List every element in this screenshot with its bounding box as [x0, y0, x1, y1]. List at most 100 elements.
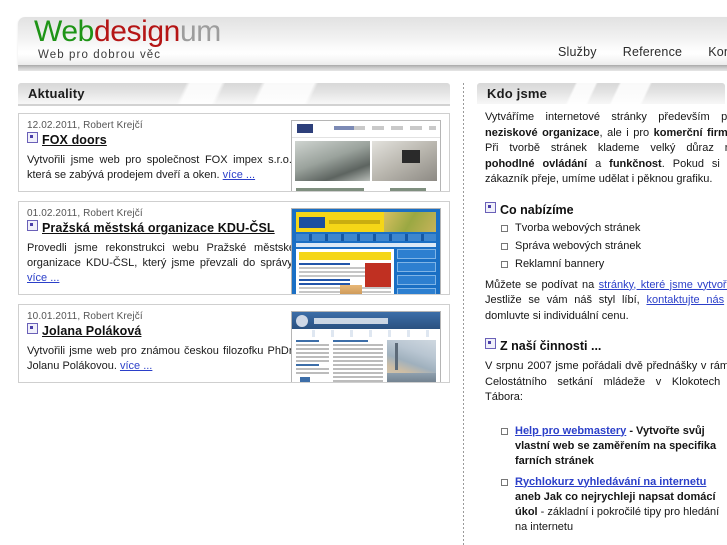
article-title-link[interactable]: Jolana Poláková — [42, 324, 141, 338]
thumb-header — [292, 121, 440, 138]
section-heading-label: Kdo jsme — [487, 86, 548, 101]
list-item: Reklamní bannery — [501, 257, 725, 272]
thumb-line — [296, 188, 365, 191]
subheading-label: Co nabízíme — [500, 202, 574, 217]
section-heading-rule — [18, 104, 450, 106]
about-paragraph: Vytváříme internetové stránky především … — [485, 110, 727, 188]
article-title-row: Pražská městská organizace KDU-ČSL — [27, 220, 295, 238]
thumb-center-col — [333, 340, 383, 382]
thumb-logo — [299, 216, 325, 228]
article-more-link[interactable]: více ... — [223, 169, 255, 181]
thumb-button — [397, 288, 436, 294]
bullet-square-icon — [27, 132, 38, 143]
article-meta: 01.02.2011, Robert Krejčí — [27, 208, 143, 219]
thumb-line — [333, 364, 383, 366]
thumb-line — [296, 360, 329, 362]
thumb-banner — [295, 141, 437, 181]
thumb-main-col — [296, 188, 384, 191]
list-item: Rychlokurz vyhledávání na internetu aneb… — [501, 475, 725, 535]
thumb-title-bar — [314, 317, 388, 324]
thumb-poster — [365, 263, 392, 287]
thumb-side-col — [397, 249, 436, 294]
page-content: Webdesignum Web pro dobrou věc Služby Ref… — [0, 0, 727, 545]
article-text: Vytvořili jsme web pro společnost FOX im… — [27, 153, 295, 183]
article-text-body: Vytvořili jsme web pro známou českou fil… — [27, 345, 295, 372]
about-text-1: Vytváříme internetové stránky především … — [485, 111, 727, 123]
thumb-portrait — [340, 285, 363, 294]
section-heading-label: Aktuality — [28, 86, 85, 101]
subheading-co-nabizime: Co nabízíme — [485, 201, 725, 217]
thumb-line — [389, 188, 426, 191]
thumb-line — [296, 368, 329, 370]
thumb-nav — [296, 330, 436, 337]
site-logo[interactable]: Webdesignum — [34, 17, 221, 49]
subheading-z-nasi-cinnosti: Z naší činnosti ... — [485, 338, 725, 353]
article-text: Vytvořili jsme web pro známou českou fil… — [27, 344, 295, 374]
link-contact[interactable]: kontaktujte nás — [646, 294, 724, 306]
thumb-photo — [384, 212, 436, 232]
thumb-body — [292, 337, 440, 382]
article-title-link[interactable]: Pražská městská organizace KDU-ČSL — [42, 221, 275, 235]
thumb-columns — [292, 184, 440, 191]
thumb-header — [292, 312, 440, 329]
article-thumbnail-polakova[interactable] — [291, 311, 441, 382]
thumb-button — [397, 249, 436, 259]
thumb-line — [296, 372, 329, 374]
article-thumbnail-kducsl[interactable] — [291, 208, 441, 294]
thumb-line — [299, 263, 350, 265]
content-columns: Aktuality 12.02.2011, Robert Krejčí FOX … — [0, 83, 727, 545]
thumb-line — [333, 360, 383, 362]
article-author: Robert Krejčí — [83, 311, 143, 322]
thumb-line — [296, 352, 329, 354]
article-date: 01.02.2011 — [27, 208, 78, 219]
offer-text-1: Můžete se podívat na — [485, 278, 599, 291]
browser-viewport: Webdesignum Web pro dobrou věc Služby Ref… — [0, 0, 727, 545]
thumb-header — [296, 212, 436, 232]
column-divider — [463, 83, 464, 545]
link-rychlokurz[interactable]: Rychlokurz vyhledávání na internetu — [515, 476, 706, 488]
article-title-link[interactable]: FOX doors — [42, 133, 107, 147]
article-text: Provedli jsme rekonstrukci webu Pražské … — [27, 241, 295, 286]
thumb-line — [333, 344, 383, 346]
thumb-line — [299, 279, 350, 281]
thumb-title-bar — [329, 220, 380, 224]
thumb-breadcrumb — [296, 243, 436, 247]
nav-item-kontakt[interactable]: Kontakt — [708, 45, 727, 59]
article-date: 12.02.2011 — [27, 120, 78, 131]
about-text-4: a — [587, 157, 610, 170]
article-body: 10.01.2011, Robert Krejčí Jolana Polákov… — [27, 311, 295, 374]
list-item: Tvorba webových stránek — [501, 221, 725, 236]
article-more-link[interactable]: více ... — [120, 360, 152, 372]
article-meta: 10.01.2011, Robert Krejčí — [27, 311, 143, 322]
section-heading-kdo-jsme: Kdo jsme — [477, 83, 725, 104]
thumb-button — [397, 275, 436, 285]
main-navigation: Služby Reference Kontakt — [532, 45, 727, 59]
article-more-link[interactable]: více ... — [27, 272, 59, 284]
activity-list: Help pro webmastery - Vytvořte svůj vlas… — [477, 424, 725, 535]
bullet-square-icon — [27, 220, 38, 231]
link-help-webmastery[interactable]: Help pro webmastery — [515, 425, 626, 437]
thumb-photo-2 — [371, 141, 437, 181]
about-text-2: , ale i pro — [599, 126, 654, 139]
left-column: Aktuality 12.02.2011, Robert Krejčí FOX … — [18, 83, 450, 392]
article-body: 01.02.2011, Robert Krejčí Pražská městsk… — [27, 208, 295, 286]
logo-part-web: Web — [34, 17, 94, 48]
thumb-line — [333, 352, 383, 354]
activity-paragraph: V srpnu 2007 jsme pořádali dvě přednášky… — [485, 360, 727, 403]
thumb-right-col — [386, 340, 436, 382]
thumb-logo — [297, 124, 313, 133]
thumb-line — [296, 356, 329, 358]
thumb-left-col — [296, 340, 329, 382]
link-portfolio[interactable]: stránky, které jsme vytvořili — [599, 279, 727, 291]
activity-rest-1: - základní i pokročilé tipy pro hledání … — [515, 505, 720, 533]
thumb-line — [333, 380, 383, 382]
nav-item-reference[interactable]: Reference — [623, 45, 682, 59]
article-date: 10.01.2011 — [27, 311, 78, 322]
article-thumbnail-fox[interactable] — [291, 120, 441, 191]
article-meta: 12.02.2011, Robert Krejčí — [27, 120, 143, 131]
offer-paragraph: Můžete se podívat na stránky, které jsme… — [485, 278, 727, 325]
thumb-nav-active — [334, 126, 354, 130]
thumb-side-box — [300, 377, 310, 382]
bullet-square-icon — [27, 323, 38, 334]
nav-item-sluzby[interactable]: Služby — [558, 45, 597, 59]
